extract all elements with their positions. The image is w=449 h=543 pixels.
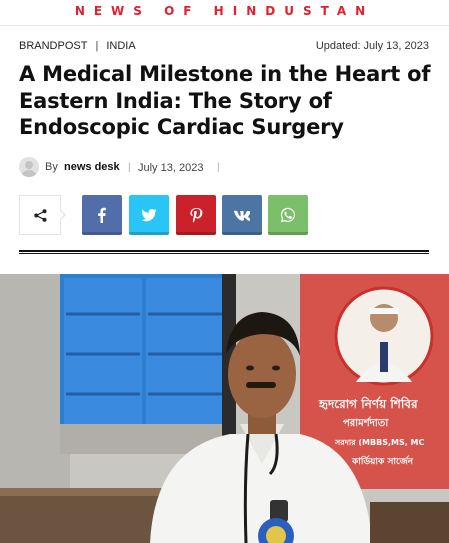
publish-date: July 13, 2023 [138, 162, 204, 174]
featured-photo-illustration: হৃদরোগ নির্ণয় শিবির পরামর্শদাতা সরদার (… [0, 274, 449, 543]
category-separator: | [95, 40, 99, 52]
share-arrow-fill [59, 210, 64, 220]
button-shade [268, 232, 308, 235]
whatsapp-icon [280, 207, 295, 223]
button-shade [222, 232, 262, 235]
author-link[interactable]: news desk [64, 161, 120, 173]
featured-image[interactable]: হৃদরোগ নির্ণয় শিবির পরামর্শদাতা সরদার (… [0, 274, 449, 543]
pinterest-share-button[interactable] [176, 195, 216, 235]
author-avatar[interactable] [19, 157, 39, 177]
banner-line-2: পরামর্শদাতা [343, 416, 389, 429]
button-shade [82, 232, 122, 235]
byline-separator: | [128, 162, 131, 173]
header-divider-thin [19, 253, 429, 254]
button-shade [176, 232, 216, 235]
share-icon [34, 209, 47, 222]
whatsapp-share-button[interactable] [268, 195, 308, 235]
site-header: NEWS OF HINDUSTAN [0, 0, 449, 26]
pinterest-icon [190, 208, 203, 223]
byline-separator-end: | [217, 162, 220, 173]
updated-date: Updated: July 13, 2023 [315, 40, 429, 52]
twitter-share-button[interactable] [129, 195, 169, 235]
site-logo[interactable]: NEWS OF HINDUSTAN [75, 4, 374, 18]
facebook-icon [98, 207, 106, 223]
banner-line-3: সরদার (MBBS,MS, MC [334, 438, 425, 447]
category-india[interactable]: INDIA [106, 40, 135, 52]
user-avatar-icon [19, 157, 39, 177]
article-title: A Medical Milestone in the Heart of East… [19, 62, 431, 139]
category-brandpost[interactable]: BRANDPOST [19, 40, 87, 52]
banner-line-4: কার্ডিয়াক সার্জেন [351, 455, 414, 467]
by-label: By [45, 161, 58, 173]
article-meta: BRANDPOST | INDIA Updated: July 13, 2023 [19, 40, 429, 56]
banner-line-1: হৃদরোগ নির্ণয় শিবির [318, 396, 418, 411]
share-bar [19, 195, 429, 235]
facebook-share-button[interactable] [82, 195, 122, 235]
button-shade [129, 232, 169, 235]
header-divider [19, 250, 429, 252]
twitter-icon [141, 208, 157, 222]
vk-share-button[interactable] [222, 195, 262, 235]
share-toggle-button[interactable] [19, 195, 61, 235]
category-list: BRANDPOST | INDIA [19, 40, 136, 52]
byline: By news desk | July 13, 2023 | [19, 157, 439, 179]
vk-icon [234, 210, 250, 221]
